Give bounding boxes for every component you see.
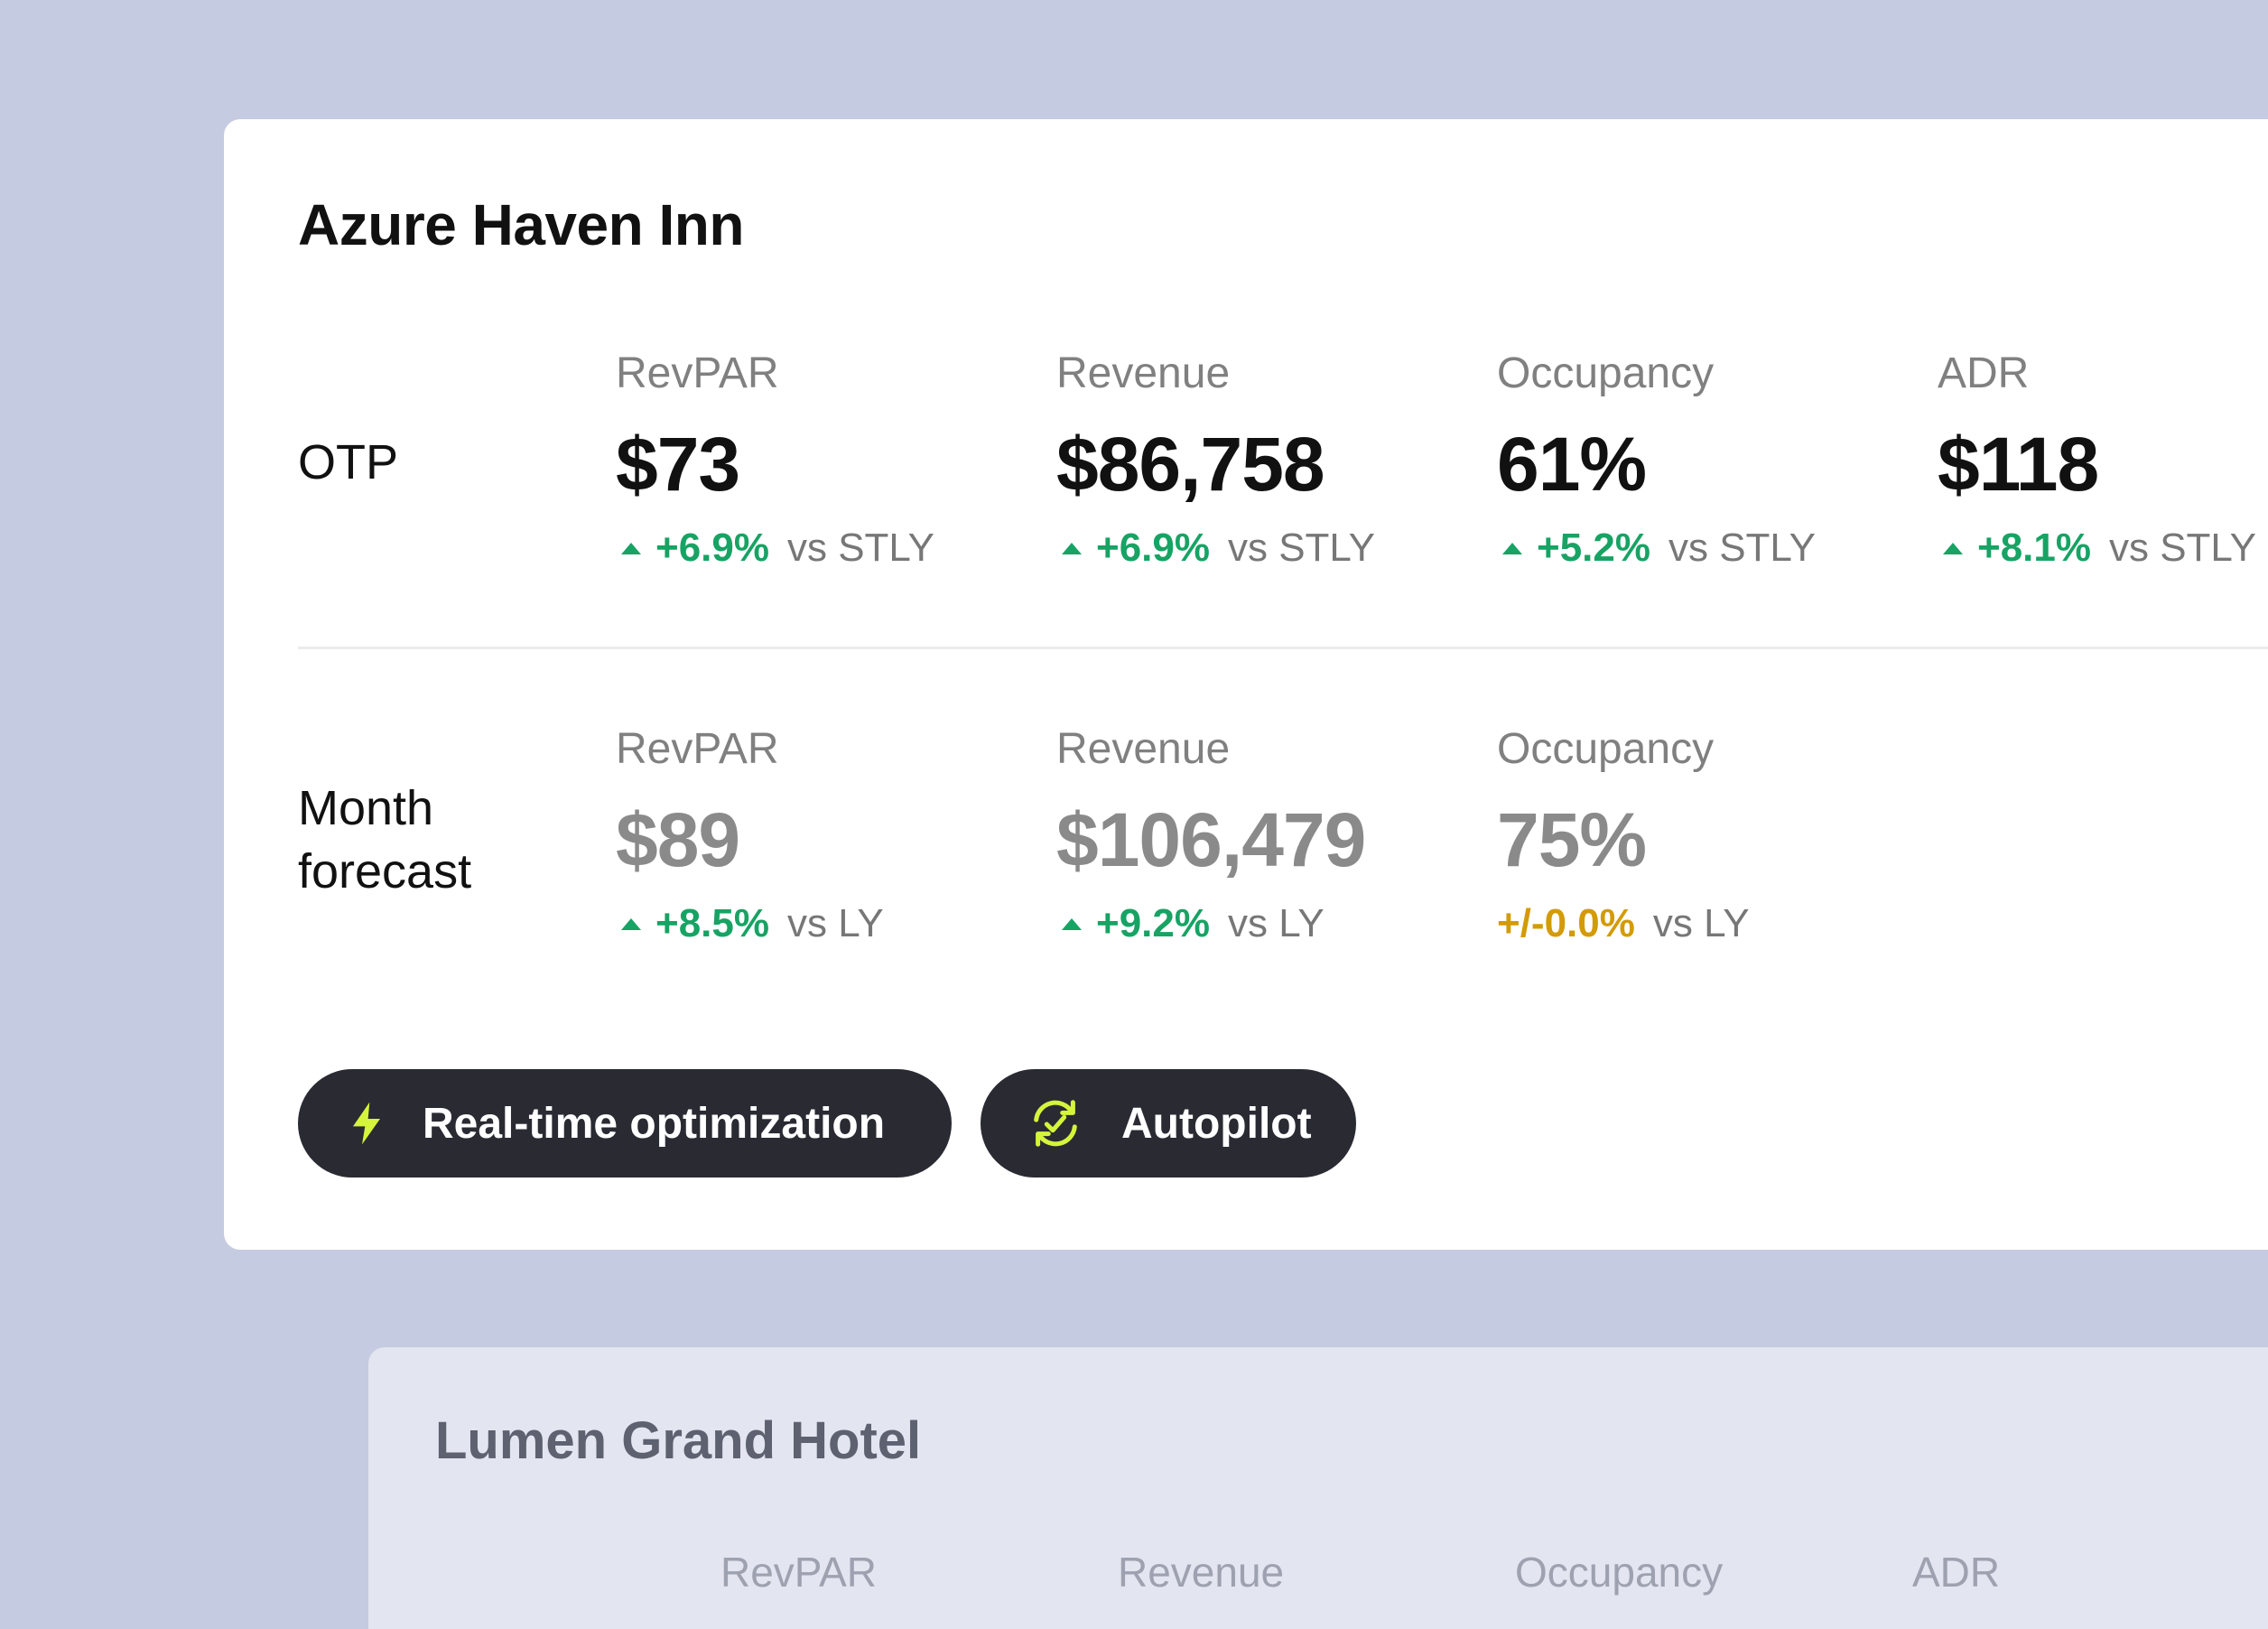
realtime-optimization-label: Real-time optimization xyxy=(423,1099,886,1148)
metric-change: +8.1% vs STLY xyxy=(1938,526,2256,571)
metric-value: $106,479 xyxy=(1056,797,1366,882)
metric-label-occupancy: Occupancy xyxy=(1515,1549,1724,1596)
trend-up-icon xyxy=(621,917,641,930)
comparison-label: vs STLY xyxy=(786,526,934,570)
change-percent: +8.5% xyxy=(655,901,769,945)
hotel-name: Lumen Grand Hotel xyxy=(435,1411,922,1470)
comparison-label: vs LY xyxy=(1652,901,1750,945)
hotel-card-secondary[interactable]: Lumen Grand Hotel RevPAR Revenue Occupan… xyxy=(368,1347,2268,1629)
metric-value: 75% xyxy=(1497,797,1647,882)
metric-label: Occupancy xyxy=(1497,349,1715,397)
change-percent: +6.9% xyxy=(1096,526,1210,570)
metric-change: +6.9% vs STLY xyxy=(616,526,934,571)
change-percent: +9.2% xyxy=(1096,901,1210,945)
lightning-bolt-icon xyxy=(349,1101,385,1146)
row-divider xyxy=(298,647,2268,649)
metric-value: 61% xyxy=(1497,422,1647,507)
metric-label: Revenue xyxy=(1056,349,1231,397)
dashboard-stage: Azure Haven Inn OTP RevPAR $73 +6.9% vs … xyxy=(0,0,2268,1629)
metric-change: +/-0.0% vs LY xyxy=(1497,901,1750,946)
otp-row-label: OTP xyxy=(298,435,399,489)
metric-value: $86,758 xyxy=(1056,422,1325,507)
change-percent: +5.2% xyxy=(1537,526,1650,570)
autopilot-label: Autopilot xyxy=(1121,1099,1312,1148)
metric-label: RevPAR xyxy=(616,725,779,773)
comparison-label: vs STLY xyxy=(2108,526,2256,570)
trend-up-icon xyxy=(1062,917,1082,930)
comparison-label: vs LY xyxy=(786,901,884,945)
trend-up-icon xyxy=(1062,542,1082,554)
metric-value: $118 xyxy=(1938,422,2099,507)
change-percent: +6.9% xyxy=(655,526,769,570)
metric-label-adr: ADR xyxy=(1912,1549,2001,1596)
forecast-row-label: Month forecast xyxy=(298,781,472,898)
metric-change: +6.9% vs STLY xyxy=(1056,526,1375,571)
metric-label-revenue: Revenue xyxy=(1118,1549,1285,1596)
metric-value: $73 xyxy=(616,422,740,507)
realtime-optimization-button[interactable]: Real-time optimization xyxy=(298,1069,952,1178)
metric-value: $89 xyxy=(616,797,740,882)
change-percent: +/-0.0% xyxy=(1497,901,1635,945)
metric-change: +8.5% vs LY xyxy=(616,901,884,946)
metric-label: RevPAR xyxy=(616,349,779,397)
refresh-check-icon xyxy=(1027,1095,1083,1151)
change-percent: +8.1% xyxy=(1977,526,2091,570)
metric-label: Revenue xyxy=(1056,725,1231,773)
metric-change: +9.2% vs LY xyxy=(1056,901,1325,946)
metric-label-revpar: RevPAR xyxy=(720,1549,877,1596)
metric-change: +5.2% vs STLY xyxy=(1497,526,1816,571)
comparison-label: vs STLY xyxy=(1227,526,1375,570)
trend-up-icon xyxy=(621,542,641,554)
hotel-card-primary: Azure Haven Inn OTP RevPAR $73 +6.9% vs … xyxy=(224,119,2268,1250)
comparison-label: vs LY xyxy=(1227,901,1325,945)
trend-up-icon xyxy=(1502,542,1522,554)
metric-label: Occupancy xyxy=(1497,725,1715,773)
autopilot-button[interactable]: Autopilot xyxy=(981,1069,1356,1178)
comparison-label: vs STLY xyxy=(1668,526,1816,570)
trend-up-icon xyxy=(1943,542,1963,554)
metric-label: ADR xyxy=(1938,349,2030,397)
hotel-name: Azure Haven Inn xyxy=(298,192,744,257)
